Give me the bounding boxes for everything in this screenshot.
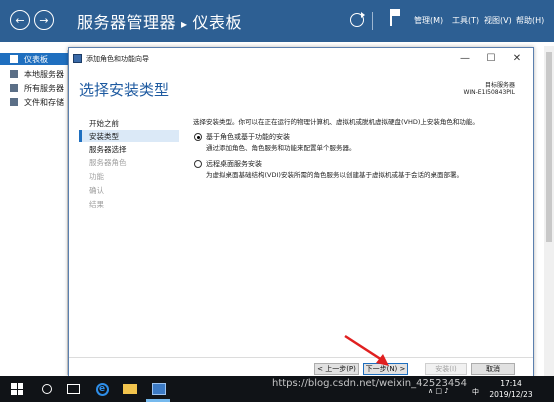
taskbar-ie-button[interactable]: e	[94, 382, 110, 396]
step-label: 开始之前	[89, 119, 119, 128]
dashboard-icon	[10, 55, 18, 63]
minimize-button[interactable]: —	[453, 51, 477, 66]
taskbar-server-manager-button[interactable]	[151, 382, 167, 396]
step-features: 功能	[79, 170, 179, 182]
step-before-you-begin[interactable]: 开始之前	[79, 117, 179, 129]
step-server-roles: 服务器角色	[79, 156, 179, 168]
option-role-based-install[interactable]: 基于角色或基于功能的安装 通过添加角色、角色服务和功能来配置单个服务器。	[193, 132, 523, 156]
close-icon: ✕	[512, 53, 522, 64]
step-label: 结果	[89, 200, 104, 209]
divider	[372, 12, 373, 30]
install-type-description: 选择安装类型。你可以在正在运行的物理计算机、虚拟机或脱机虚拟硬盘(VHD)上安装…	[193, 118, 479, 126]
clock-time[interactable]: 17:14	[486, 379, 536, 388]
step-label: 服务器角色	[89, 158, 127, 167]
minimize-icon: —	[460, 53, 470, 64]
scrollbar-thumb[interactable]	[546, 52, 552, 242]
step-label: 服务器选择	[89, 145, 127, 154]
menu-tools[interactable]: 工具(T)	[452, 15, 479, 26]
watermark-text: https://blog.csdn.net/weixin_42523454	[272, 378, 468, 389]
taskbar-explorer-button[interactable]	[122, 382, 138, 396]
task-view-icon	[66, 384, 80, 394]
notifications-flag-icon[interactable]	[390, 9, 400, 26]
forward-button[interactable]: →	[34, 10, 54, 30]
wizard-heading: 选择安装类型	[79, 81, 170, 99]
step-results: 结果	[79, 198, 179, 210]
breadcrumb: 服务器管理器 ▸ 仪表板	[77, 9, 242, 33]
step-label: 确认	[89, 186, 104, 195]
search-icon	[42, 384, 52, 394]
wizard-header: 选择安装类型 目标服务器 WIN-E1I50843PIL	[69, 69, 533, 115]
option-remote-desktop-install[interactable]: 远程桌面服务安装 为虚拟桌面基础结构(VDI)安装所需的角色服务以创建基于虚拟机…	[193, 159, 523, 183]
target-server-label: 目标服务器	[484, 82, 515, 89]
task-view-button[interactable]	[66, 382, 80, 396]
wizard-titlebar: 添加角色和功能向导 — ☐ ✕	[69, 48, 533, 69]
menu-help[interactable]: 帮助(H)	[516, 15, 544, 26]
cancel-button[interactable]: 取消	[471, 363, 515, 375]
close-button[interactable]: ✕	[505, 51, 529, 66]
menu-manage[interactable]: 管理(M)	[414, 15, 443, 26]
step-installation-type[interactable]: 安装类型	[79, 130, 179, 142]
sidebar-item-label: 所有服务器	[24, 84, 64, 93]
radio-remote-desktop[interactable]	[194, 160, 202, 168]
taskbar-search-button[interactable]	[40, 382, 54, 396]
sidebar-item-local-server[interactable]: 本地服务器	[0, 68, 68, 80]
step-label: 功能	[89, 172, 104, 181]
back-button[interactable]: ←	[10, 10, 30, 30]
option-description: 通过添加角色、角色服务和功能来配置单个服务器。	[206, 144, 356, 152]
back-arrow-icon: ←	[15, 13, 25, 27]
previous-button[interactable]: < 上一步(P)	[314, 363, 359, 375]
radio-role-based[interactable]	[194, 133, 202, 141]
maximize-button[interactable]: ☐	[479, 51, 503, 66]
wizard-footer: < 上一步(P) 下一步(N) > 安装(I) 取消	[69, 357, 533, 377]
windows-logo-icon	[11, 383, 23, 395]
option-label: 远程桌面服务安装	[206, 160, 262, 168]
install-button: 安装(I)	[425, 363, 467, 375]
step-confirmation: 确认	[79, 184, 179, 196]
main-scrollbar[interactable]	[544, 46, 554, 376]
add-roles-wizard-dialog: 添加角色和功能向导 — ☐ ✕ 选择安装类型 目标服务器 WIN-E1I5084…	[68, 47, 534, 377]
server-manager-titlebar: ← → 服务器管理器 ▸ 仪表板 管理(M) 工具(T) 视图(V) 帮助(H)	[0, 0, 554, 42]
breadcrumb-separator-icon: ▸	[181, 17, 188, 31]
sidebar-item-dashboard[interactable]: 仪表板	[0, 53, 68, 65]
app-title: 服务器管理器	[77, 13, 177, 32]
input-language-indicator[interactable]: 中	[472, 387, 479, 397]
forward-arrow-icon: →	[39, 13, 49, 27]
clock-date[interactable]: 2019/12/23	[486, 390, 536, 399]
option-description: 为虚拟桌面基础结构(VDI)安装所需的角色服务以创建基于虚拟机或基于会话的桌面部…	[206, 171, 463, 179]
target-server-value: WIN-E1I50843PIL	[463, 89, 515, 96]
servers-icon	[10, 84, 18, 92]
folder-icon	[123, 384, 137, 394]
internet-explorer-icon: e	[95, 382, 109, 396]
step-server-selection[interactable]: 服务器选择	[79, 143, 179, 155]
next-button[interactable]: 下一步(N) >	[363, 363, 408, 375]
sidebar: 仪表板 本地服务器 所有服务器 文件和存储	[0, 50, 68, 375]
sidebar-item-all-servers[interactable]: 所有服务器	[0, 82, 68, 94]
sidebar-item-label: 文件和存储	[24, 98, 64, 107]
server-manager-icon	[152, 383, 166, 395]
start-button[interactable]	[10, 382, 24, 396]
step-label: 安装类型	[89, 132, 119, 141]
wizard-window-title: 添加角色和功能向导	[86, 55, 149, 63]
menu-view[interactable]: 视图(V)	[484, 15, 512, 26]
maximize-icon: ☐	[486, 53, 496, 64]
wizard-app-icon	[73, 54, 82, 63]
sidebar-item-file-storage[interactable]: 文件和存储	[0, 96, 68, 108]
page-title: 仪表板	[192, 13, 243, 32]
storage-icon	[10, 98, 18, 106]
sidebar-item-label: 仪表板	[24, 55, 48, 64]
option-label: 基于角色或基于功能的安装	[206, 133, 290, 141]
sidebar-item-label: 本地服务器	[24, 70, 64, 79]
server-icon	[10, 70, 18, 78]
refresh-icon[interactable]	[350, 12, 365, 27]
